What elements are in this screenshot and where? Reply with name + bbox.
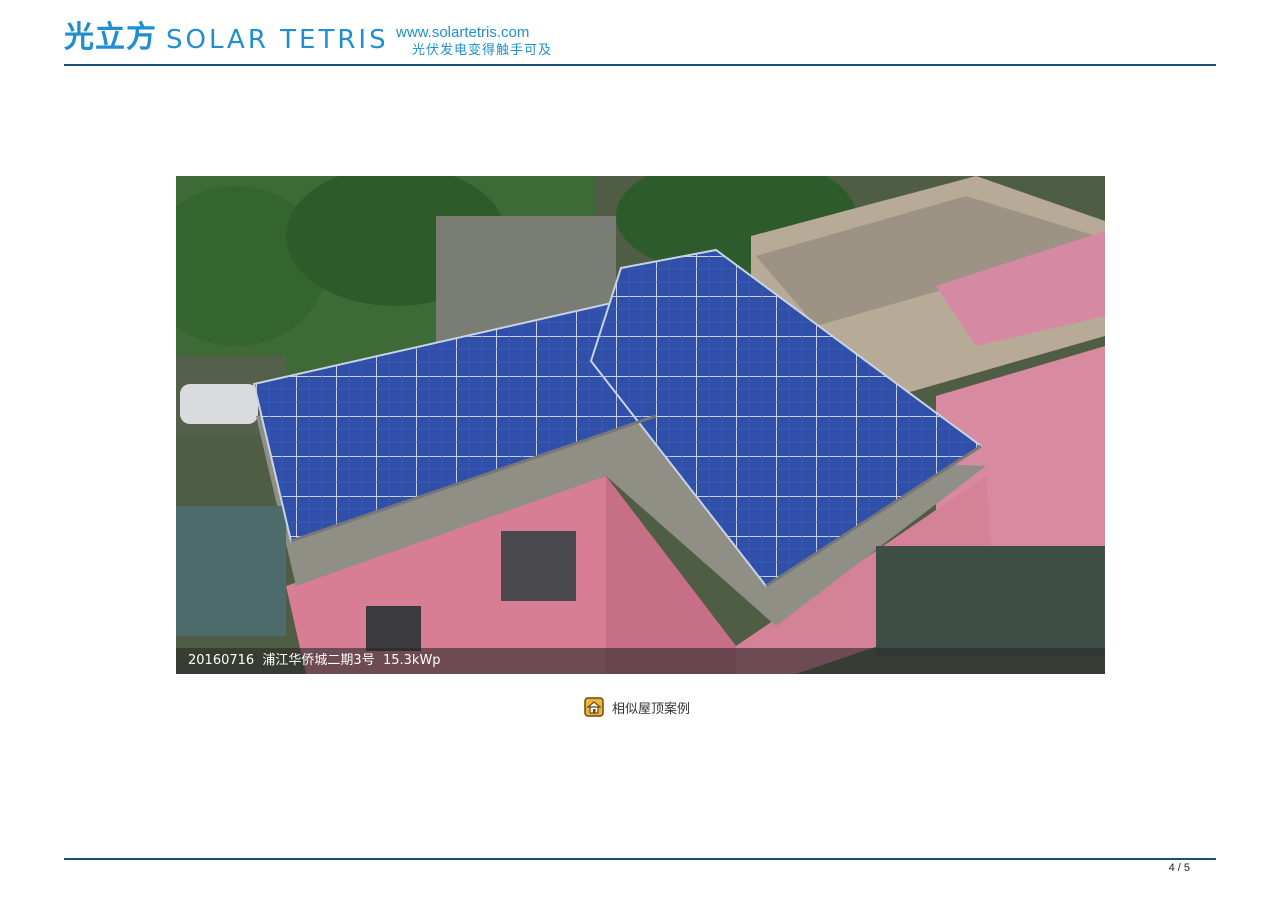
header-divider xyxy=(64,64,1216,66)
similar-roof-cases-link[interactable]: 相似屋顶案例 xyxy=(584,696,690,718)
similar-roof-cases-label: 相似屋顶案例 xyxy=(612,701,691,717)
footer-divider xyxy=(64,858,1216,860)
rooftop-solar-photo: 20160716 浦江华侨城二期3号 15.3kWp xyxy=(176,176,1105,674)
photo-caption-bar: 20160716 浦江华侨城二期3号 15.3kWp xyxy=(176,648,1105,674)
house-icon xyxy=(584,697,604,717)
document-page: 光立方 SOLAR TETRIS www.solartetris.com 光伏发… xyxy=(0,0,1280,904)
page-number: 4 / 5 xyxy=(1168,862,1190,874)
website-url[interactable]: www.solartetris.com xyxy=(396,24,529,42)
brand-slogan: 光伏发电变得触手可及 xyxy=(412,43,553,58)
brand-logo-chinese: 光立方 xyxy=(64,20,157,55)
brand-logo-english: SOLAR TETRIS xyxy=(166,25,389,55)
photo-caption: 20160716 浦江华侨城二期3号 15.3kWp xyxy=(188,653,441,668)
